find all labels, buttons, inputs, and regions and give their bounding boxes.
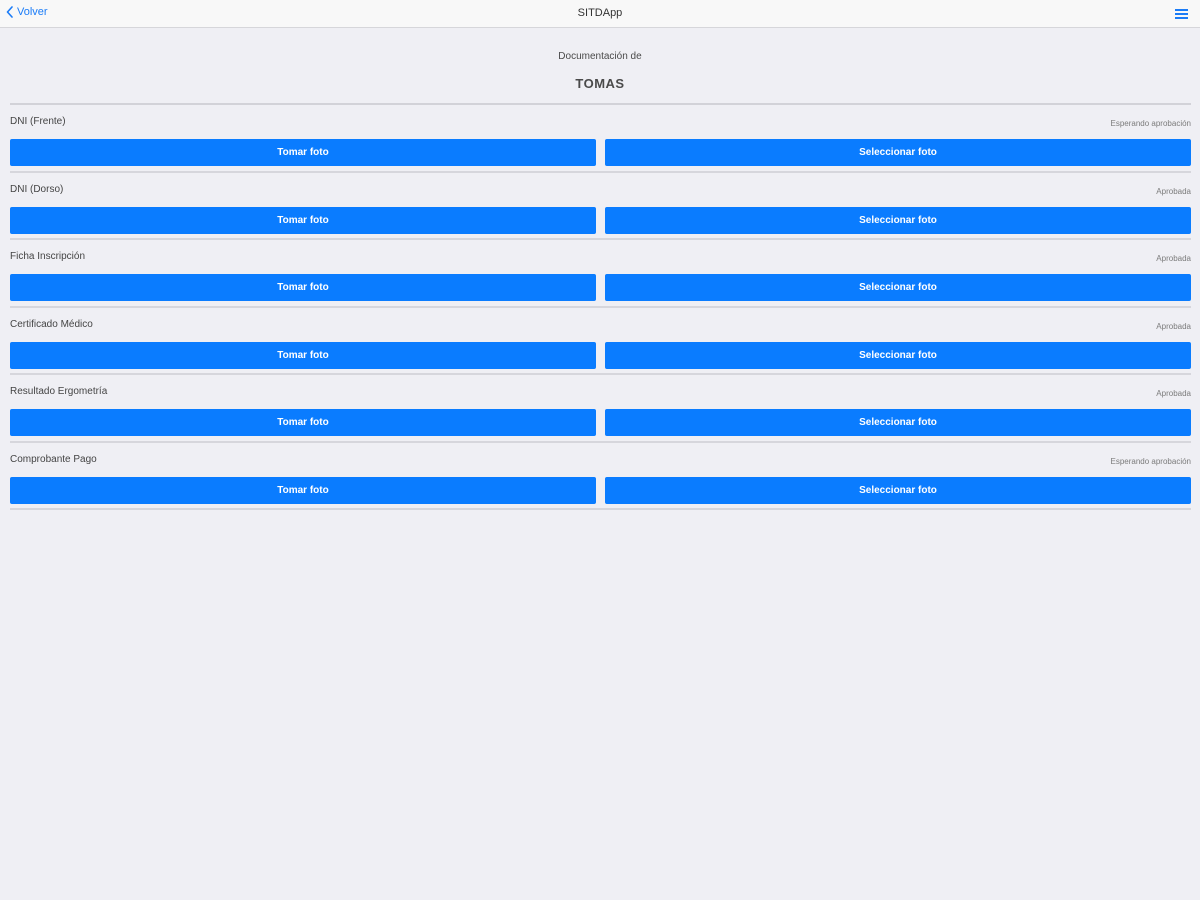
take-photo-button[interactable]: Tomar foto: [10, 476, 596, 504]
navigation-bar: Volver SITDApp: [0, 0, 1200, 28]
document-row: Resultado Ergometría Aprobada Tomar foto…: [10, 375, 1191, 443]
select-photo-button[interactable]: Seleccionar foto: [605, 476, 1191, 504]
select-photo-button[interactable]: Seleccionar foto: [605, 206, 1191, 234]
take-photo-button[interactable]: Tomar foto: [10, 274, 596, 301]
document-list: DNI (Frente) Esperando aprobación Tomar …: [10, 105, 1191, 510]
document-status: Aprobada: [1156, 254, 1191, 263]
take-photo-button[interactable]: Tomar foto: [10, 139, 596, 166]
document-row: DNI (Dorso) Aprobada Tomar foto Seleccio…: [10, 173, 1191, 240]
document-label: DNI (Frente): [10, 116, 66, 127]
document-label: DNI (Dorso): [10, 183, 64, 195]
document-status: Aprobada: [1156, 389, 1191, 398]
select-photo-button[interactable]: Seleccionar foto: [605, 274, 1191, 301]
hamburger-menu-icon[interactable]: [1175, 9, 1188, 19]
documentation-subtitle: Documentación de: [558, 51, 642, 62]
document-status: Esperando aprobación: [1110, 119, 1191, 128]
document-status: Aprobada: [1156, 186, 1191, 196]
document-status: Aprobada: [1156, 321, 1191, 331]
app-title: SITDApp: [577, 7, 623, 19]
document-label: Certificado Médico: [10, 318, 93, 330]
select-photo-button[interactable]: Seleccionar foto: [605, 341, 1191, 369]
document-label: Comprobante Pago: [10, 453, 97, 465]
take-photo-button[interactable]: Tomar foto: [10, 341, 596, 369]
document-row: Ficha Inscripción Aprobada Tomar foto Se…: [10, 240, 1191, 308]
document-row: Certificado Médico Aprobada Tomar foto S…: [10, 308, 1191, 375]
document-label: Ficha Inscripción: [10, 251, 86, 262]
person-name: TOMAS: [575, 76, 625, 91]
select-photo-button[interactable]: Seleccionar foto: [605, 139, 1191, 166]
document-row: DNI (Frente) Esperando aprobación Tomar …: [10, 105, 1191, 173]
document-status: Esperando aprobación: [1110, 456, 1191, 466]
row-divider: [10, 508, 1191, 510]
take-photo-button[interactable]: Tomar foto: [10, 409, 596, 436]
document-row: Comprobante Pago Esperando aprobación To…: [10, 443, 1191, 510]
document-label: Resultado Ergometría: [10, 386, 108, 397]
select-photo-button[interactable]: Seleccionar foto: [605, 409, 1191, 436]
take-photo-button[interactable]: Tomar foto: [10, 206, 596, 234]
